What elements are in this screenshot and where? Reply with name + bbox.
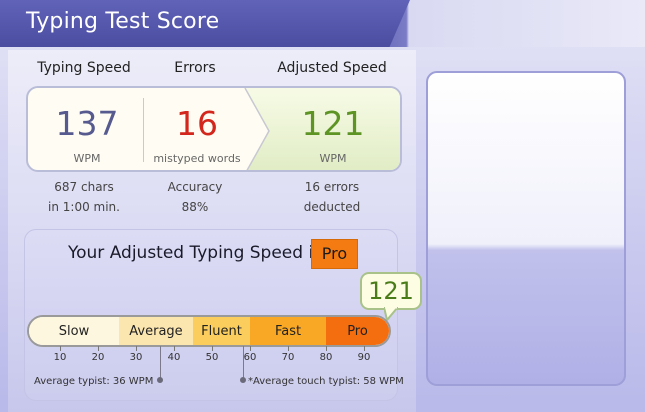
touch-typist-marker xyxy=(243,346,244,380)
errors-heading: Errors xyxy=(174,60,216,76)
average-typist-marker xyxy=(160,346,161,380)
tick-label: 20 xyxy=(91,352,105,363)
scale-segment-fluent: Fluent xyxy=(193,317,250,345)
tick-label: 70 xyxy=(281,352,295,363)
touch-typist-dot xyxy=(240,377,246,383)
scale-tick xyxy=(326,346,327,351)
scale-tick xyxy=(364,346,365,351)
scale-tick xyxy=(250,346,251,351)
scale-tick xyxy=(136,346,137,351)
tick-label: 80 xyxy=(319,352,333,363)
errors-deducted: 16 errors xyxy=(304,180,360,194)
tick-label: 40 xyxy=(167,352,181,363)
scale-segment-fast: Fast xyxy=(250,317,326,345)
header-bar: Typing Test Score xyxy=(0,0,645,47)
tick-label: 30 xyxy=(129,352,143,363)
touch-typist-note: *Average touch typist: 58 WPM xyxy=(248,376,404,387)
scale-tick xyxy=(60,346,61,351)
average-typist-note: Average typist: 36 WPM xyxy=(34,376,154,387)
accuracy-label: Accuracy xyxy=(167,180,223,194)
tick-label: 10 xyxy=(53,352,67,363)
errors-unit: mistyped words xyxy=(153,152,241,165)
scale-tick xyxy=(212,346,213,351)
wpm-unit: WPM xyxy=(73,152,101,165)
errors-value: 16 xyxy=(176,104,218,143)
accuracy-value: 88% xyxy=(181,200,209,214)
score-box: 137 WPM 16 mistyped words 121 WPM xyxy=(26,86,402,172)
tick-label: 90 xyxy=(357,352,371,363)
scale-segment-pro: Pro xyxy=(326,317,389,345)
deducted-label: deducted xyxy=(303,200,361,214)
scale-tick xyxy=(98,346,99,351)
page-title: Typing Test Score xyxy=(26,9,220,34)
level-text: Your Adjusted Typing Speed is xyxy=(68,243,323,263)
scale-segment-slow: Slow xyxy=(29,317,119,345)
wpm-value: 137 xyxy=(55,104,119,143)
adjusted-value: 121 xyxy=(301,104,365,143)
speed-bubble: 121 xyxy=(360,272,422,310)
scale-segment-average: Average xyxy=(119,317,193,345)
scale-tick xyxy=(174,346,175,351)
adjusted-speed-heading: Adjusted Speed xyxy=(277,60,387,76)
average-typist-dot xyxy=(157,377,163,383)
scale-tick xyxy=(288,346,289,351)
tick-label: 50 xyxy=(205,352,219,363)
side-panel xyxy=(426,71,626,386)
level-badge: Pro xyxy=(311,239,358,269)
speed-scale: Slow Average Fluent Fast Pro xyxy=(27,315,391,347)
adjusted-unit: WPM xyxy=(319,152,347,165)
